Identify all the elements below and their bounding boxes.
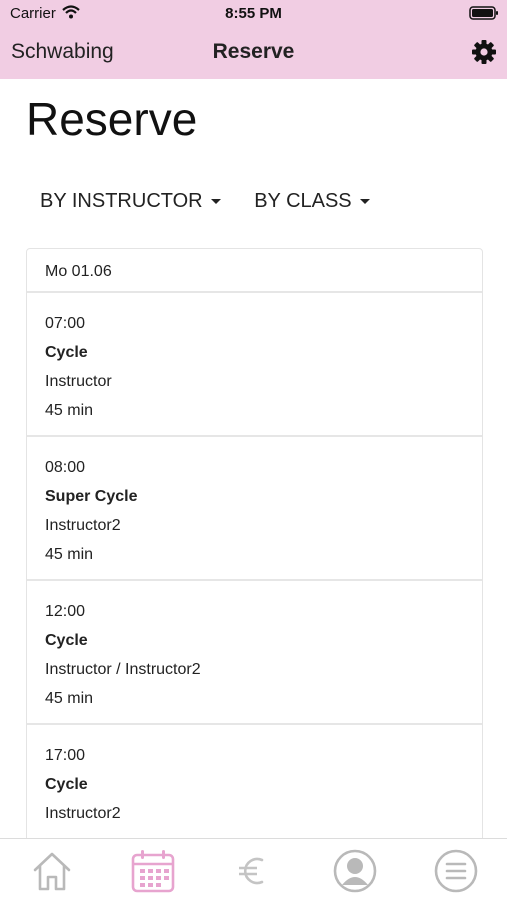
schedule-list[interactable]: Mo 01.06 07:00 Cycle Instructor 45 min 0… <box>26 248 483 842</box>
class-instructor: Instructor <box>45 373 112 390</box>
class-duration: 45 min <box>45 690 94 707</box>
class-card[interactable]: 07:00 Cycle Instructor 45 min <box>27 293 482 437</box>
gear-icon[interactable] <box>471 39 497 65</box>
class-card[interactable]: 12:00 Cycle Instructor / Instructor2 45 … <box>27 581 482 725</box>
class-card[interactable]: 08:00 Super Cycle Instructor2 45 min <box>27 437 482 581</box>
class-name: Cycle <box>45 776 88 793</box>
day-header: Mo 01.06 <box>27 249 482 293</box>
top-bar: Carrier 8:55 PM Schwabing Reserve <box>0 0 507 79</box>
by-class-dropdown[interactable]: BY CLASS <box>254 190 370 213</box>
class-instructor: Instructor2 <box>45 517 121 534</box>
status-time: 8:55 PM <box>225 5 282 22</box>
class-duration: 45 min <box>45 402 94 419</box>
class-time: 12:00 <box>45 603 86 620</box>
profile-icon[interactable] <box>333 849 377 893</box>
caret-down-icon <box>359 199 370 205</box>
class-time: 17:00 <box>45 747 86 764</box>
tab-bar <box>0 838 507 901</box>
caret-down-icon <box>210 199 221 205</box>
battery-icon <box>469 6 498 20</box>
nav-title: Reserve <box>212 40 295 63</box>
class-card[interactable]: 17:00 Cycle Instructor2 <box>27 725 482 841</box>
filter-bar: BY INSTRUCTOR BY CLASS <box>40 190 398 213</box>
class-instructor: Instructor / Instructor2 <box>45 661 201 678</box>
class-instructor: Instructor2 <box>45 805 121 822</box>
class-name: Cycle <box>45 344 88 361</box>
class-duration: 45 min <box>45 546 94 563</box>
page-title: Reserve <box>26 93 198 145</box>
class-time: 07:00 <box>45 315 86 332</box>
by-class-label: BY CLASS <box>254 190 352 212</box>
calendar-icon[interactable] <box>131 849 175 893</box>
class-name: Super Cycle <box>45 488 138 505</box>
by-instructor-label: BY INSTRUCTOR <box>40 190 203 212</box>
euro-icon[interactable] <box>231 849 275 893</box>
class-time: 08:00 <box>45 459 86 476</box>
by-instructor-dropdown[interactable]: BY INSTRUCTOR <box>40 190 221 213</box>
class-name: Cycle <box>45 632 88 649</box>
status-bar: Carrier 8:55 PM <box>0 0 507 28</box>
menu-icon[interactable] <box>434 849 478 893</box>
home-icon[interactable] <box>30 849 74 893</box>
